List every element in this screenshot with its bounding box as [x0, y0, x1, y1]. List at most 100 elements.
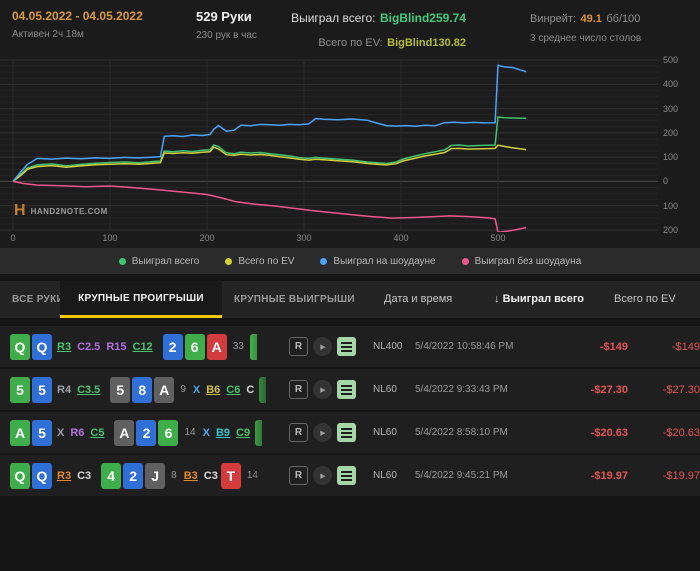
replayer-button[interactable]: R — [289, 423, 308, 442]
legend-item[interactable]: Выиграл без шоудауна — [461, 255, 582, 267]
winrate-label: Винрейт: — [530, 13, 577, 25]
active-time: Активен 2ч 18м — [12, 29, 84, 40]
legend-label: Выиграл без шоудауна — [474, 255, 582, 267]
hand-row[interactable]: 55R4C3.558A9XB6C6CR▶NL605/4/2022 9:33:43… — [0, 369, 700, 410]
avg-tables: 3 среднее число столов — [530, 33, 642, 44]
tab-all-hands[interactable]: ВСЕ РУКИ — [12, 281, 64, 318]
stake-label: NL60 — [373, 470, 397, 481]
action-label: B6 — [206, 383, 221, 396]
column-header-datetime[interactable]: Дата и время — [384, 281, 452, 318]
ev-amount: -$19.97 — [662, 469, 700, 482]
play-button[interactable]: ▶ — [313, 423, 332, 442]
x-axis-tick-label: 0 — [10, 233, 16, 243]
hand2note-logo-text: HAND2NOTE.COM — [30, 206, 108, 216]
stake-label: NL60 — [373, 427, 397, 438]
card-A-c: A — [10, 419, 30, 446]
legend-label: Всего по EV — [238, 255, 295, 267]
action-label: C9 — [236, 426, 251, 439]
x-axis-tick-label: 100 — [102, 233, 118, 243]
action-label: C5 — [90, 426, 105, 439]
hand-summary: Q Q R3 C2.5 R15 C12 2 6 A 33 — [10, 326, 285, 367]
date-range[interactable]: 04.05.2022 - 04.05.2022 — [12, 9, 143, 23]
action-label: R3 — [57, 469, 72, 482]
date-range-block: 04.05.2022 - 04.05.2022 Активен 2ч 18м — [12, 9, 143, 40]
hand-history-button[interactable] — [337, 337, 356, 356]
stake-label: NL60 — [373, 384, 397, 395]
ev-total-label: Всего по EV: — [318, 37, 383, 49]
card-A-h: A — [206, 333, 227, 360]
hand-row[interactable]: A 5 X R6 C5 A 2 6 14 X B9 C9 R ▶ NL60 5/4/2022 8:58:10 … — [0, 412, 700, 453]
replayer-button[interactable]: R — [289, 380, 308, 399]
play-icon: ▶ — [320, 429, 326, 437]
y-axis-tick-label: 300 — [663, 104, 679, 114]
action-label: X — [57, 426, 65, 439]
hand-datetime: 5/4/2022 8:58:10 PM — [415, 427, 508, 438]
stats-header: 04.05.2022 - 04.05.2022 Активен 2ч 18м 5… — [0, 0, 700, 54]
winrate-unit: бб/100 — [606, 13, 641, 25]
play-button[interactable]: ▶ — [313, 337, 332, 356]
card-Q-d: Q — [32, 333, 52, 360]
hand2note-logo-icon: H — [14, 202, 26, 219]
card-2-d: 2 — [123, 462, 144, 489]
play-icon: ▶ — [320, 386, 326, 394]
column-header-ev[interactable]: Всего по EV — [614, 281, 676, 318]
won-amount: -$27.30 — [590, 383, 628, 396]
play-button[interactable]: ▶ — [313, 380, 332, 399]
pot-size: 9 — [180, 384, 186, 395]
fade-overlay — [251, 326, 285, 367]
tab-big-wins[interactable]: КРУПНЫЕ ВЫИГРЫШИ — [234, 281, 355, 318]
pot-size: 14 — [184, 427, 196, 438]
x-axis-tick-label: 400 — [393, 233, 409, 243]
fade-overlay — [251, 369, 285, 410]
hands-count: 529 Руки — [196, 9, 252, 24]
x-axis-tick-label: 300 — [296, 233, 312, 243]
won-amount: -$19.97 — [590, 469, 628, 482]
ev-amount: -$27.30 — [662, 383, 700, 396]
legend-item[interactable]: Выиграл всего — [118, 256, 199, 267]
hand-history-button[interactable] — [337, 380, 356, 399]
row-actions: R ▶ — [289, 466, 359, 485]
pot-size: 33 — [232, 341, 244, 352]
play-icon: ▶ — [320, 472, 326, 480]
card-T-h: T — [220, 462, 241, 489]
card-5-s: 5 — [110, 376, 131, 403]
hand-history-button[interactable] — [337, 423, 356, 442]
card-2-d: 2 — [162, 333, 183, 360]
card-4-c: 4 — [101, 462, 122, 489]
won-total-value: BigBlind259.74 — [379, 11, 466, 25]
card-2-d: 2 — [136, 419, 157, 446]
y-axis-tick-label: 100 — [663, 152, 679, 162]
legend-item[interactable]: Выиграл на шоудауне — [320, 256, 436, 267]
action-label: C12 — [132, 340, 153, 353]
row-actions: R ▶ — [289, 423, 359, 442]
play-icon: ▶ — [320, 343, 326, 351]
fade-overlay — [251, 455, 285, 496]
hand-history-button[interactable] — [337, 466, 356, 485]
action-label: R6 — [70, 426, 85, 439]
chart-legend: Выиграл всего Всего по EV Выиграл на шоуда… — [0, 248, 700, 274]
row-actions: R ▶ — [289, 337, 359, 356]
legend-item[interactable]: Всего по EV — [225, 256, 294, 267]
y-axis-tick-label: 500 — [663, 55, 679, 65]
action-label: C3 — [203, 469, 218, 482]
tab-big-losses[interactable]: КРУПНЫЕ ПРОИГРЫШИ — [60, 281, 222, 318]
action-label: X — [192, 383, 201, 396]
replayer-button[interactable]: R — [289, 466, 308, 485]
play-button[interactable]: ▶ — [313, 466, 332, 485]
replayer-button[interactable]: R — [289, 337, 308, 356]
legend-dot-icon — [461, 257, 469, 265]
won-amount: -$20.63 — [590, 426, 628, 439]
hands-table: Q Q R3 C2.5 R15 C12 2 6 A 33 R ▶ NL400 5/4/2022 10:58… — [0, 326, 700, 498]
y-axis-tick-label: 400 — [663, 79, 679, 89]
hand-row[interactable]: Q Q R3 C2.5 R15 C12 2 6 A 33 R ▶ NL400 5/4/2022 10:58… — [0, 326, 700, 367]
winnings-chart: 500 400 300 200 100 0 100 200 0 100 200 300 400 500 … — [0, 54, 700, 248]
x-axis-labels: 0 100 200 300 400 500 — [0, 232, 700, 246]
hand-row[interactable]: QQR3C342J8B3C3T14R▶NL605/4/2022 9:45:21 … — [0, 455, 700, 496]
column-header-won[interactable]: ↓ Выиграл всего — [494, 281, 584, 318]
action-label: B3 — [183, 469, 198, 482]
x-axis-tick-label: 200 — [199, 233, 215, 243]
card-5-d: 5 — [32, 419, 52, 446]
y-axis-tick-label: 100 — [663, 201, 679, 211]
list-icon — [341, 470, 352, 473]
card-Q-c: Q — [10, 333, 30, 360]
